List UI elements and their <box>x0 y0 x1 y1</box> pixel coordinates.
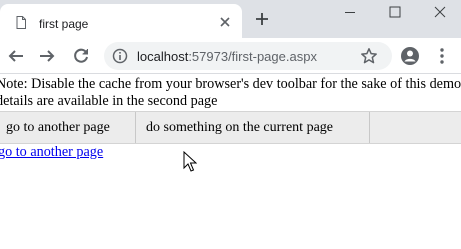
maximize-icon[interactable] <box>385 2 405 22</box>
browser-toolbar: localhost:57973/first-page.aspx <box>0 38 461 74</box>
plus-icon[interactable] <box>254 11 270 27</box>
mouse-cursor-icon <box>183 151 197 172</box>
star-icon[interactable] <box>360 47 378 65</box>
minimize-icon[interactable] <box>340 2 360 22</box>
info-icon[interactable] <box>112 48 128 64</box>
tab-go-to-another-page[interactable]: go to another page <box>0 112 136 143</box>
back-arrow-icon[interactable] <box>7 47 25 65</box>
browser-tab[interactable]: first page <box>0 4 242 38</box>
document-icon <box>16 16 26 29</box>
profile-icon[interactable] <box>400 46 420 66</box>
more-vertical-icon[interactable] <box>437 47 447 65</box>
tab-title: first page <box>39 17 89 31</box>
url-text[interactable]: localhost:57973/first-page.aspx <box>137 49 317 64</box>
close-window-icon[interactable] <box>430 2 450 22</box>
forward-arrow-icon[interactable] <box>38 47 56 65</box>
url-host: localhost <box>137 49 189 64</box>
reload-icon[interactable] <box>72 47 90 65</box>
address-bar[interactable]: localhost:57973/first-page.aspx <box>104 42 392 70</box>
tab-strip: first page <box>0 0 461 38</box>
tab-do-something-current-page[interactable]: do something on the current page <box>136 112 370 143</box>
page-note: Note: Disable the cache from your browse… <box>0 76 461 109</box>
url-path: :57973/first-page.aspx <box>188 49 317 64</box>
page-tab-bar: go to another page do something on the c… <box>0 111 461 144</box>
go-to-another-page-link[interactable]: go to another page <box>0 144 103 161</box>
close-icon[interactable] <box>218 15 232 29</box>
